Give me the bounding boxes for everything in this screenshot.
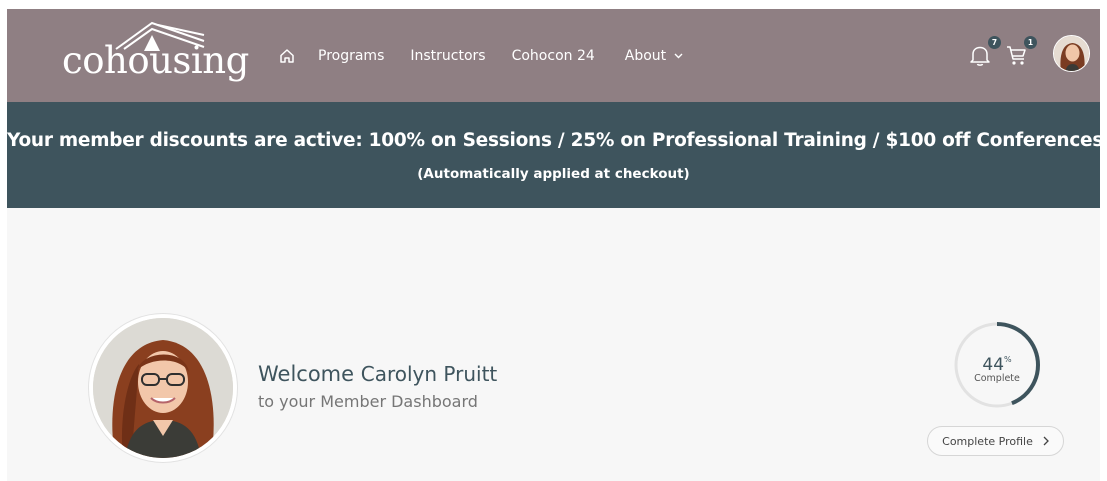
- nav-cohocon[interactable]: Cohocon 24: [512, 48, 595, 64]
- notifications-count-badge: 7: [988, 36, 1001, 49]
- nav-instructors[interactable]: Instructors: [410, 48, 485, 64]
- chevron-right-icon: [1043, 436, 1049, 446]
- cart-button[interactable]: 1: [1005, 36, 1037, 69]
- logo-text: cohousing: [62, 39, 249, 82]
- notifications-button[interactable]: 7: [969, 36, 1001, 69]
- welcome-subtitle: to your Member Dashboard: [258, 392, 478, 411]
- cohousing-logo[interactable]: cohousing: [59, 21, 249, 91]
- progress-label: Complete: [974, 373, 1020, 384]
- complete-profile-button[interactable]: Complete Profile: [927, 426, 1064, 456]
- home-icon[interactable]: [277, 46, 297, 66]
- site-header: cohousing Programs Instructors Cohocon 2…: [7, 9, 1100, 102]
- user-avatar[interactable]: [1053, 35, 1090, 72]
- cart-count-badge: 1: [1024, 36, 1037, 49]
- chevron-down-icon: [674, 53, 683, 58]
- bell-icon: [970, 46, 990, 66]
- complete-profile-label: Complete Profile: [942, 434, 1033, 448]
- main-nav: Programs Instructors Cohocon 24 About: [277, 9, 709, 102]
- nav-about[interactable]: About: [625, 48, 683, 64]
- member-discount-banner: Your member discounts are active: 100% o…: [7, 102, 1100, 208]
- nav-programs[interactable]: Programs: [318, 48, 384, 64]
- discount-headline: Your member discounts are active: 100% o…: [7, 130, 1100, 151]
- progress-value: 44%: [982, 355, 1012, 375]
- user-name: Carolyn Pruitt: [360, 362, 498, 386]
- page: cohousing Programs Instructors Cohocon 2…: [7, 9, 1100, 481]
- nav-about-label: About: [624, 47, 667, 64]
- profile-photo: [89, 314, 237, 462]
- welcome-heading: Welcome Carolyn Pruitt: [258, 361, 497, 387]
- welcome-greeting: Welcome: [258, 362, 355, 386]
- discount-note: (Automatically applied at checkout): [417, 166, 690, 182]
- profile-progress-ring: 44% Complete: [952, 320, 1042, 410]
